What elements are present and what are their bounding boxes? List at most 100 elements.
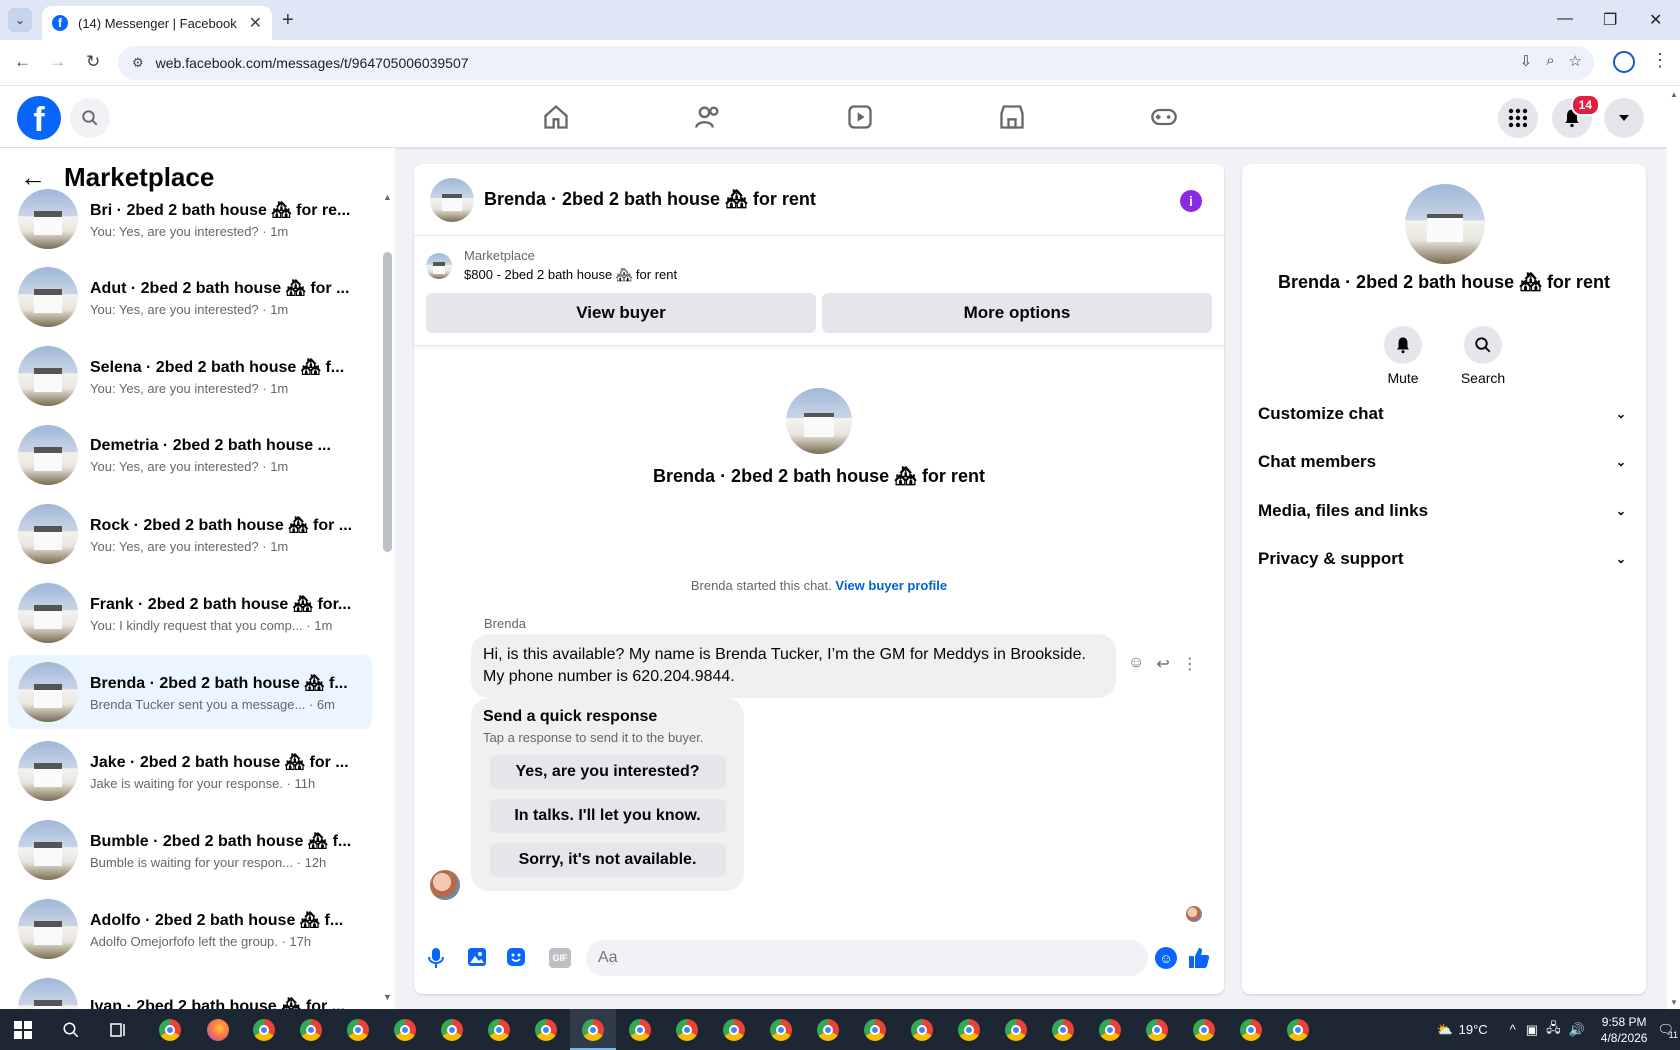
chrome-taskbar-icon[interactable] <box>627 1017 653 1043</box>
chrome-taskbar-icon[interactable] <box>533 1017 559 1043</box>
emoji-icon[interactable]: ☺ <box>1155 947 1177 969</box>
chat-members-section[interactable]: Chat members ⌄ <box>1258 442 1630 482</box>
photo-icon[interactable] <box>467 947 487 967</box>
conversation-item[interactable]: Selena · 2bed 2 bath house 🏘 f... You: Ye… <box>8 339 372 413</box>
mute-button[interactable]: Mute <box>1382 326 1424 386</box>
facebook-search-button[interactable] <box>70 98 110 138</box>
chrome-taskbar-icon[interactable] <box>157 1017 183 1043</box>
browser-tab[interactable]: f (14) Messenger | Facebook ✕ <box>42 6 272 40</box>
conversation-item[interactable]: Jake · 2bed 2 bath house 🏘 for ... Jake i… <box>8 734 372 808</box>
reply-icon[interactable]: ↩ <box>1156 654 1169 674</box>
install-app-icon[interactable]: ⇩ <box>1520 52 1533 70</box>
weather-temp[interactable]: 19°C <box>1459 1022 1488 1037</box>
react-emoji-icon[interactable]: ☺ <box>1128 654 1144 674</box>
reload-button[interactable]: ↻ <box>86 52 100 72</box>
chrome-taskbar-icon[interactable] <box>674 1017 700 1043</box>
microphone-icon[interactable] <box>428 947 444 969</box>
info-icon[interactable]: i <box>1180 190 1202 212</box>
quick-response-option[interactable]: In talks. I'll let you know. <box>489 799 726 833</box>
search-conversation-button[interactable]: Search <box>1461 326 1505 386</box>
chrome-taskbar-icon[interactable] <box>815 1017 841 1043</box>
chrome-taskbar-icon[interactable] <box>580 1017 606 1043</box>
chrome-taskbar-icon[interactable] <box>1144 1017 1170 1043</box>
more-actions-icon[interactable]: ⋮ <box>1182 654 1198 674</box>
gif-icon[interactable]: GIF <box>549 948 571 968</box>
thumbs-up-icon[interactable] <box>1187 946 1211 970</box>
chrome-taskbar-icon[interactable] <box>1238 1017 1264 1043</box>
taskbar-search-icon[interactable] <box>58 1017 84 1043</box>
view-buyer-button[interactable]: View buyer <box>426 293 816 333</box>
omnibox[interactable]: ⚙ web.facebook.com/messages/t/9647050060… <box>118 46 1594 80</box>
more-options-button[interactable]: More options <box>822 293 1212 333</box>
browser-menu-icon[interactable]: ⋮ <box>1651 50 1669 71</box>
sticker-icon[interactable] <box>506 947 526 967</box>
new-tab-button[interactable]: + <box>282 9 294 32</box>
scroll-up-arrow-icon[interactable]: ▲ <box>1670 90 1678 99</box>
notifications-button[interactable]: 14 <box>1552 94 1600 138</box>
conversation-item[interactable]: Adut · 2bed 2 bath house 🏘 for ... You: Y… <box>8 260 372 334</box>
windows-start-icon[interactable] <box>10 1017 36 1043</box>
home-nav-icon[interactable] <box>480 86 632 148</box>
forward-button[interactable]: → <box>49 52 66 72</box>
weather-icon[interactable]: ⛅ <box>1436 1022 1452 1038</box>
profile-icon[interactable] <box>1613 51 1635 73</box>
page-scrollbar[interactable]: ▲ ▼ <box>1667 86 1680 1009</box>
chrome-taskbar-icon[interactable] <box>1191 1017 1217 1043</box>
scroll-up-arrow-icon[interactable]: ▲ <box>383 192 392 202</box>
chrome-taskbar-icon[interactable] <box>392 1017 418 1043</box>
menu-grid-button[interactable] <box>1498 98 1538 138</box>
conversation-item[interactable]: Frank · 2bed 2 bath house 🏘 for... You: I… <box>8 576 372 650</box>
tab-close-icon[interactable]: ✕ <box>249 13 262 33</box>
chat-title[interactable]: Brenda · 2bed 2 bath house 🏘 for rent <box>484 189 816 210</box>
chrome-taskbar-icon[interactable] <box>1285 1017 1311 1043</box>
list-scrollbar[interactable]: ▲ ▼ <box>383 192 392 1002</box>
firefox-taskbar-icon[interactable] <box>205 1017 231 1043</box>
message-bubble[interactable]: Hi, is this available? My name is Brenda… <box>471 634 1116 698</box>
message-input[interactable] <box>586 940 1148 976</box>
conversation-item[interactable]: Demetria · 2bed 2 bath house ... You: Yes… <box>8 418 372 492</box>
bookmark-star-icon[interactable]: ☆ <box>1569 52 1582 70</box>
site-info-icon[interactable]: ⚙ <box>132 55 144 71</box>
chrome-taskbar-icon[interactable] <box>1050 1017 1076 1043</box>
details-avatar[interactable] <box>1405 184 1485 264</box>
account-dropdown-button[interactable] <box>1604 98 1644 138</box>
marketplace-nav-icon[interactable] <box>936 86 1088 148</box>
chrome-taskbar-icon[interactable] <box>1097 1017 1123 1043</box>
minimize-button[interactable]: — <box>1557 10 1573 28</box>
close-window-button[interactable]: ✕ <box>1649 10 1662 30</box>
scroll-down-arrow-icon[interactable]: ▼ <box>1670 998 1678 1007</box>
media-files-links-section[interactable]: Media, files and links ⌄ <box>1258 491 1630 531</box>
gaming-nav-icon[interactable] <box>1088 86 1240 148</box>
restore-button[interactable]: ❐ <box>1603 10 1617 30</box>
chrome-taskbar-icon[interactable] <box>721 1017 747 1043</box>
chrome-taskbar-icon[interactable] <box>1003 1017 1029 1043</box>
notification-center-icon[interactable]: 🗨 11 <box>1657 1022 1678 1040</box>
chat-avatar[interactable] <box>430 177 474 222</box>
video-nav-icon[interactable] <box>784 86 936 148</box>
chrome-taskbar-icon[interactable] <box>251 1017 277 1043</box>
customize-chat-section[interactable]: Customize chat ⌄ <box>1258 394 1630 434</box>
quick-response-option[interactable]: Sorry, it's not available. <box>489 843 726 877</box>
chrome-taskbar-icon[interactable] <box>956 1017 982 1043</box>
meet-now-icon[interactable]: ▣ <box>1526 1022 1538 1038</box>
view-buyer-profile-link[interactable]: View buyer profile <box>835 578 947 593</box>
chrome-taskbar-icon[interactable] <box>298 1017 324 1043</box>
chrome-taskbar-icon[interactable] <box>345 1017 371 1043</box>
sender-avatar[interactable] <box>430 870 460 900</box>
quick-response-option[interactable]: Yes, are you interested? <box>489 755 726 789</box>
listing-title[interactable]: $800 - 2bed 2 bath house 🏘 for rent <box>464 267 677 283</box>
network-icon[interactable]: 🖧 <box>1546 1019 1561 1041</box>
conversation-item[interactable]: Ivan · 2bed 2 bath house 🏘 for ... <box>8 971 372 1009</box>
facebook-logo-icon[interactable]: f <box>17 96 61 140</box>
chrome-taskbar-icon[interactable] <box>439 1017 465 1043</box>
privacy-support-section[interactable]: Privacy & support ⌄ <box>1258 539 1630 579</box>
scrollbar-thumb[interactable] <box>383 252 392 552</box>
volume-icon[interactable]: 🔊 <box>1569 1022 1585 1038</box>
task-view-icon[interactable] <box>106 1017 132 1043</box>
clock[interactable]: 9:58 PM 4/8/2026 <box>1601 1014 1648 1046</box>
scroll-down-arrow-icon[interactable]: ▼ <box>383 992 392 1002</box>
conversation-item[interactable]: Bumble · 2bed 2 bath house 🏘 f... Bumble … <box>8 813 372 887</box>
conversation-item[interactable]: Rock · 2bed 2 bath house 🏘 for ... You: Y… <box>8 497 372 571</box>
chrome-taskbar-icon[interactable] <box>486 1017 512 1043</box>
tray-chevron-icon[interactable]: ^ <box>1510 1022 1516 1037</box>
